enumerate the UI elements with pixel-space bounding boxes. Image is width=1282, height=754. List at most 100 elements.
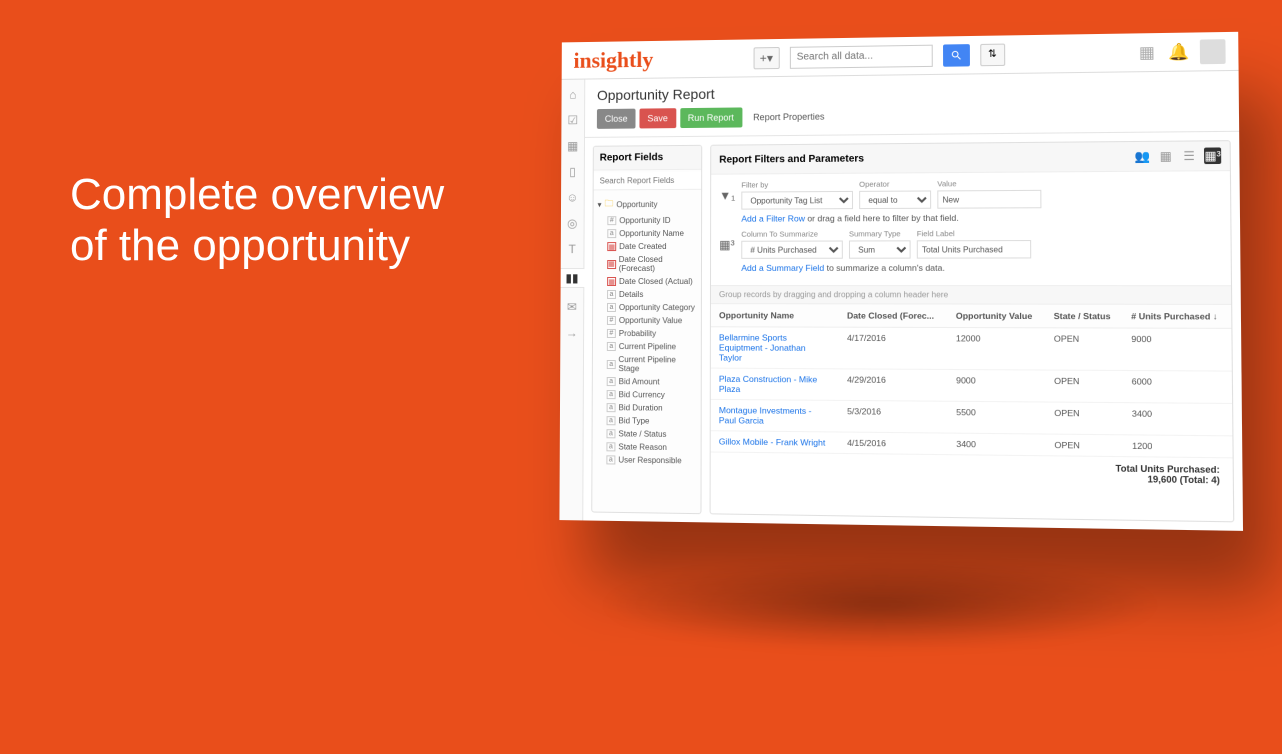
status-cell: OPEN <box>1046 434 1124 457</box>
opportunity-name-link[interactable]: Montague Investments - Paul Garcia <box>711 399 839 432</box>
field-label-input[interactable] <box>917 240 1031 259</box>
operator-select[interactable]: equal to <box>859 190 931 209</box>
tree-item[interactable]: aOpportunity Name <box>597 227 697 240</box>
tree-item[interactable]: aOpportunity Category <box>597 301 697 314</box>
column-header[interactable]: Opportunity Value <box>947 305 1045 328</box>
summary-col-select[interactable]: # Units Purchased <box>741 241 843 259</box>
units-cell: 3400 <box>1123 403 1232 436</box>
nav-orgs-icon[interactable]: ▯ <box>566 165 580 179</box>
units-cell: 9000 <box>1123 328 1232 371</box>
nav-leads-icon[interactable]: ☺ <box>565 191 579 205</box>
opportunity-value-cell: 9000 <box>948 369 1046 402</box>
add-summary-link[interactable]: Add a Summary Field <box>741 263 824 273</box>
main-area: Opportunity Report Close Save Run Report… <box>583 71 1243 531</box>
nav-tasks-icon[interactable]: ☑ <box>566 113 580 127</box>
data-table: Opportunity NameDate Closed (Forec...Opp… <box>711 304 1233 458</box>
nav-more-icon[interactable]: → <box>565 326 579 340</box>
summary-type-select[interactable]: Sum <box>849 240 911 258</box>
number-type-icon: # <box>607 216 616 225</box>
tree-item-label: Bid Amount <box>619 377 660 386</box>
filter-dropdown-button[interactable]: ⇅ <box>980 43 1005 66</box>
operator-label: Operator <box>859 179 931 189</box>
group-hint[interactable]: Group records by dragging and dropping a… <box>711 285 1231 305</box>
tree-item[interactable]: aUser Responsible <box>596 453 696 467</box>
column-header[interactable]: # Units Purchased ↓ <box>1123 305 1232 329</box>
tree-item[interactable]: aState Reason <box>596 440 696 454</box>
nav-contacts-icon[interactable]: ▦ <box>566 139 580 153</box>
share-icon[interactable]: 👥 <box>1134 148 1151 165</box>
calendar-icon[interactable]: ▦ <box>1136 42 1157 63</box>
tree-item-label: Date Closed (Actual) <box>619 277 693 286</box>
column-header[interactable]: Date Closed (Forec... <box>839 304 948 327</box>
fields-search-input[interactable] <box>594 172 702 191</box>
avatar[interactable] <box>1200 39 1226 64</box>
table-row: Montague Investments - Paul Garcia5/3/20… <box>711 399 1233 435</box>
filter-by-select[interactable]: Opportunity Tag List <box>741 191 853 210</box>
app-shadow <box>600 560 1160 650</box>
nav-reports-icon[interactable]: ▮▮ <box>560 268 584 288</box>
tree-item[interactable]: ▦Date Created <box>597 240 697 253</box>
tree-item[interactable]: #Opportunity Value <box>597 314 697 327</box>
date-type-icon: ▦ <box>607 242 616 251</box>
opportunity-value-cell: 12000 <box>948 328 1046 371</box>
opportunity-name-link[interactable]: Plaza Construction - Mike Plaza <box>711 368 839 400</box>
text-type-icon: a <box>606 429 615 438</box>
add-button[interactable]: +▾ <box>753 46 779 68</box>
number-type-icon: # <box>607 316 616 325</box>
report-properties-link[interactable]: Report Properties <box>746 110 832 123</box>
tree-item-label: Opportunity Name <box>619 229 684 238</box>
nav-home-icon[interactable]: ⌂ <box>566 88 580 102</box>
text-type-icon: a <box>607 342 616 351</box>
tree-item[interactable]: aDetails <box>597 288 697 301</box>
text-type-icon: a <box>607 390 616 399</box>
tree-item[interactable]: aCurrent Pipeline Stage <box>597 353 697 376</box>
tree-item[interactable]: aBid Currency <box>597 388 697 402</box>
tree-item[interactable]: ▦Date Closed (Actual) <box>597 275 697 288</box>
nav-opportunities-icon[interactable]: ◎ <box>565 216 579 230</box>
opportunity-name-link[interactable]: Gillox Mobile - Frank Wright <box>711 431 839 454</box>
schedule-icon[interactable]: ▦ <box>1157 148 1174 165</box>
tree-item-label: Bid Currency <box>619 390 665 399</box>
tree-item[interactable]: ▦Date Closed (Forecast) <box>597 253 697 275</box>
filter-icon[interactable]: ☰ <box>1181 148 1198 165</box>
table-view-icon[interactable]: ▦³ <box>1204 147 1221 164</box>
tree-item-label: Current Pipeline Stage <box>618 355 696 374</box>
tree-item-label: Probability <box>619 329 656 338</box>
close-button[interactable]: Close <box>597 109 636 129</box>
text-type-icon: a <box>607 290 616 299</box>
tree-item[interactable]: aCurrent Pipeline <box>597 340 697 353</box>
opportunity-name-link[interactable]: Bellarmine Sports Equiptment - Jonathan … <box>711 327 839 369</box>
tree-item[interactable]: aState / Status <box>597 427 697 441</box>
headline-line2: of the opportunity <box>70 221 444 272</box>
column-header[interactable]: State / Status <box>1045 305 1123 328</box>
search-button[interactable] <box>943 44 970 67</box>
value-input[interactable] <box>937 190 1041 209</box>
tree-item[interactable]: aBid Type <box>597 414 697 428</box>
tree-item[interactable]: #Probability <box>597 327 697 340</box>
headline-line1: Complete overview <box>70 170 444 221</box>
opportunity-value-cell: 3400 <box>948 433 1046 456</box>
search-input[interactable] <box>790 44 933 68</box>
tree-item-label: Bid Type <box>618 416 649 425</box>
add-filter-row: Add a Filter Row or drag a field here to… <box>741 212 1221 224</box>
opportunity-value-cell: 5500 <box>948 401 1046 434</box>
save-button[interactable]: Save <box>639 108 675 128</box>
date-type-icon: ▦ <box>607 277 616 286</box>
tree-item[interactable]: #Opportunity ID <box>597 214 697 227</box>
date-closed-cell: 4/15/2016 <box>839 432 948 455</box>
tree-item[interactable]: aBid Amount <box>597 375 697 389</box>
bell-icon[interactable]: 🔔 <box>1168 41 1189 62</box>
column-header[interactable]: Opportunity Name <box>711 304 839 327</box>
tree-item-label: Date Closed (Forecast) <box>619 255 697 273</box>
tree-item[interactable]: aBid Duration <box>597 401 697 415</box>
funnel-icon: ▼₁ <box>719 188 735 202</box>
nav-projects-icon[interactable]: T <box>565 242 579 256</box>
add-filter-link[interactable]: Add a Filter Row <box>741 213 805 223</box>
run-report-button[interactable]: Run Report <box>680 107 742 128</box>
summary-col-label: Column To Summarize <box>741 229 843 238</box>
search-icon <box>950 49 962 61</box>
tree-parent-opportunity[interactable]: ▾ 🗀 Opportunity <box>597 194 697 214</box>
tree-parent-label: Opportunity <box>616 200 657 209</box>
nav-email-icon[interactable]: ✉ <box>565 300 579 314</box>
text-type-icon: a <box>607 416 616 425</box>
